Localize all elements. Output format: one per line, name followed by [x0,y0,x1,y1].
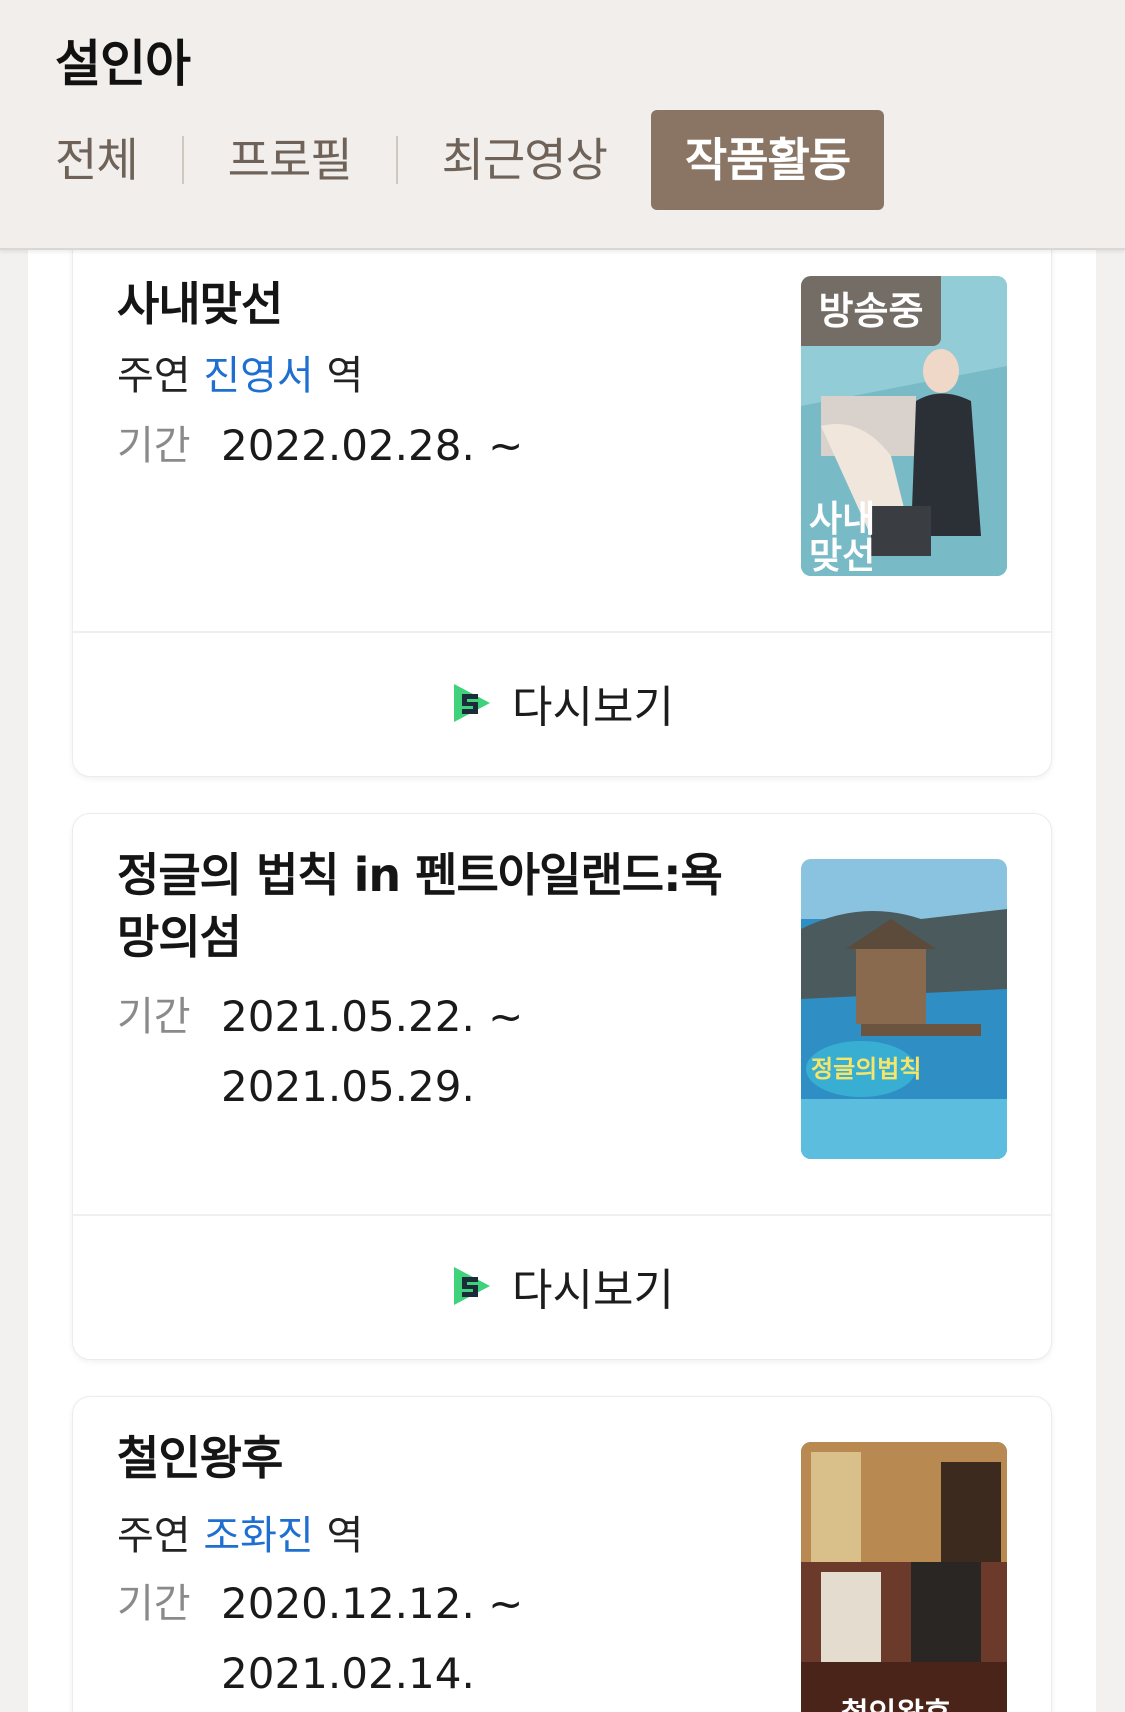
tab-all[interactable]: 전체 [55,110,139,210]
work-card: 사내맞선 주연 진영서 역 기간 2022.02.28. ~ 사내 맞선 방송중 [72,250,1052,777]
tab-recent-videos[interactable]: 최근영상 [442,110,608,210]
period-value: 2022.02.28. ~ [221,421,524,470]
work-title[interactable]: 정글의 법칙 in 펜트아일랜드:욕망의섬 [117,844,757,968]
poster-art: 정글의법칙 [801,859,1007,1159]
svg-text:정글의법칙: 정글의법칙 [811,1055,921,1083]
tab-bar: 전체 프로필 최근영상 작품활동 [55,110,885,210]
works-list: 사내맞선 주연 진영서 역 기간 2022.02.28. ~ 사내 맞선 방송중 [28,250,1096,1712]
work-card: 철인왕후 주연 조화진 역 기간 2020.12.12. ~ 2021.02.1… [72,1396,1052,1712]
role-row: 주연 진영서 역 [117,341,363,411]
role-suffix: 역 [326,1513,364,1559]
poster-image[interactable]: 사내 맞선 방송중 [801,276,1007,576]
play-logo-icon [454,684,491,722]
period-label: 기간 [117,1581,191,1627]
role-name-link[interactable]: 진영서 [203,353,313,399]
role-suffix: 역 [326,353,364,399]
period-value: 2020.12.12. ~ 2021.02.14. [221,1579,524,1698]
work-card: 정글의 법칙 in 펜트아일랜드:욕망의섬 기간 2021.05.22. ~ 2… [72,813,1052,1360]
period-value: 2021.05.22. ~ 2021.05.29. [221,992,524,1111]
tab-divider [395,136,398,184]
poster-image[interactable]: 철인왕후 [801,1442,1007,1712]
period-label: 기간 [117,423,191,469]
replay-button[interactable]: 다시보기 [73,1216,1051,1356]
play-logo-icon [454,1267,491,1305]
tab-profile[interactable]: 프로필 [228,110,353,210]
role-label: 주연 [117,353,191,399]
poster-image[interactable]: 정글의법칙 [801,859,1007,1159]
role-row: 주연 조화진 역 [117,1501,363,1571]
role-name-link[interactable]: 조화진 [203,1513,313,1559]
tab-works[interactable]: 작품활동 [650,110,885,210]
period-label: 기간 [117,994,191,1040]
work-title[interactable]: 사내맞선 [117,273,757,335]
svg-text:사내: 사내 [809,499,875,540]
on-air-badge: 방송중 [801,276,941,346]
svg-text:맞선: 맞선 [809,536,875,576]
work-title[interactable]: 철인왕후 [117,1427,757,1489]
tab-divider [181,136,184,184]
poster-art: 철인왕후 [801,1442,1007,1712]
header: 설인아 전체 프로필 최근영상 작품활동 [0,0,1125,250]
role-label: 주연 [117,1513,191,1559]
replay-label: 다시보기 [512,682,674,733]
page-title: 설인아 [55,35,191,93]
replay-button[interactable]: 다시보기 [73,633,1051,773]
replay-label: 다시보기 [512,1265,674,1316]
svg-text:철인왕후: 철인왕후 [841,1697,951,1712]
